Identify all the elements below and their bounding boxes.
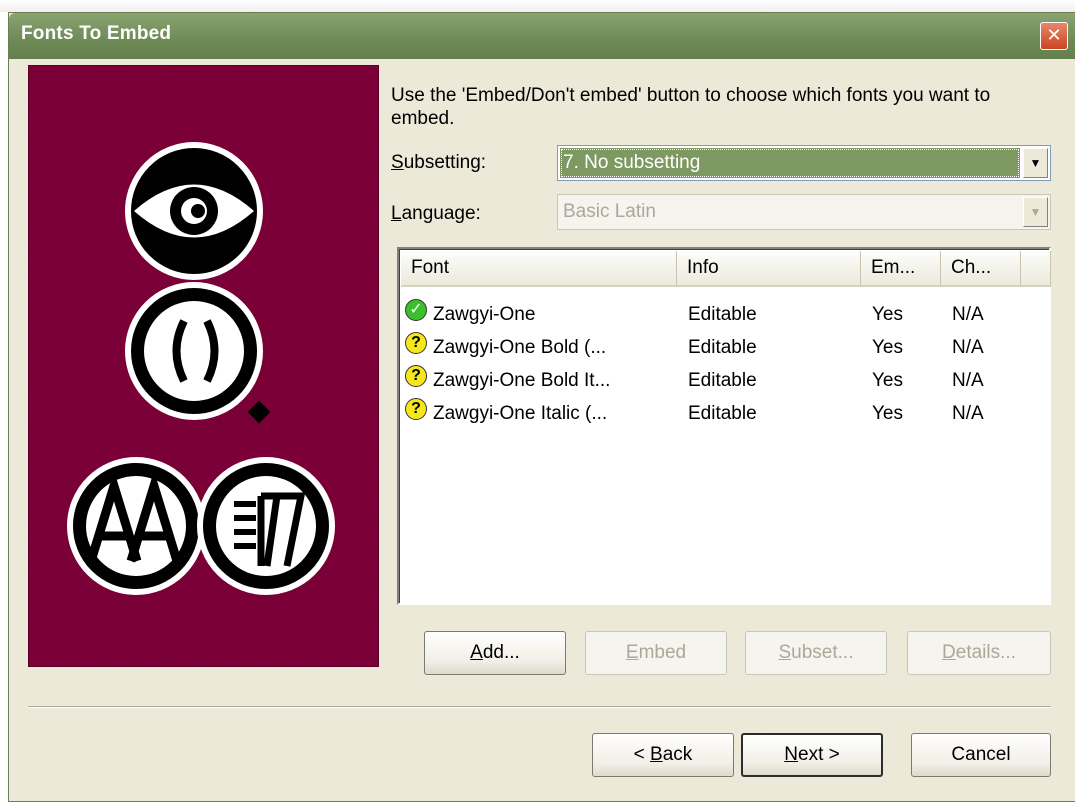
font-info: Editable <box>688 337 757 358</box>
column-header-embed[interactable]: Em... <box>861 251 941 287</box>
cancel-button[interactable]: Cancel <box>911 733 1051 777</box>
magnifier-icon <box>125 282 271 424</box>
subsetting-label-accel: S <box>391 152 404 173</box>
language-value: Basic Latin <box>563 201 656 222</box>
add-accel: A <box>470 642 483 663</box>
font-embed: Yes <box>872 403 903 424</box>
details-rest: etails... <box>955 642 1016 663</box>
font-row[interactable]: ? Zawgyi-One Italic (... Editable Yes N/… <box>403 398 1045 430</box>
question-icon: ? <box>405 365 427 387</box>
embed-rest: mbed <box>638 642 687 663</box>
chevron-down-icon[interactable]: ▼ <box>1023 148 1048 178</box>
font-info: Editable <box>688 304 757 325</box>
column-header-info[interactable]: Info <box>677 251 861 287</box>
font-embed: Yes <box>872 370 903 391</box>
font-name: Zawgyi-One <box>433 304 536 325</box>
font-ch: N/A <box>952 337 984 358</box>
font-letters-icon <box>67 457 205 595</box>
subsetting-value: 7. No subsetting <box>560 148 1020 178</box>
subsetting-label: Subsetting: <box>391 152 486 174</box>
back-pre: < <box>633 744 651 765</box>
wizard-illustration <box>28 65 379 667</box>
details-button[interactable]: Details... <box>907 631 1051 675</box>
add-button[interactable]: Add... <box>424 631 566 675</box>
column-header-ch[interactable]: Ch... <box>941 251 1021 287</box>
font-embed: Yes <box>872 304 903 325</box>
chevron-down-icon[interactable]: ▼ <box>1023 197 1048 227</box>
text-columns-icon <box>197 457 335 595</box>
font-row[interactable]: ? Zawgyi-One Bold (... Editable Yes N/A <box>403 332 1045 364</box>
eye-icon <box>125 142 263 280</box>
language-label: Language: <box>391 203 481 225</box>
details-accel: D <box>942 642 956 663</box>
check-icon: ✓ <box>405 299 427 321</box>
subset-accel: S <box>778 642 792 663</box>
subset-rest: ubset... <box>791 642 854 663</box>
font-ch: N/A <box>952 370 984 391</box>
embed-accel: E <box>625 642 639 663</box>
window-title: Fonts To Embed <box>21 23 172 44</box>
subset-button[interactable]: Subset... <box>745 631 887 675</box>
font-list-header: Font Info Em... Ch... <box>401 251 1051 289</box>
background-strip <box>0 0 1075 12</box>
next-accel: N <box>784 744 798 765</box>
close-button[interactable]: ✕ <box>1040 22 1068 50</box>
back-button[interactable]: < Back <box>592 733 734 777</box>
font-list[interactable]: Font Info Em... Ch... ✓ Zawgyi-One Edita… <box>397 247 1051 605</box>
font-row[interactable]: ? Zawgyi-One Bold It... Editable Yes N/A <box>403 365 1045 397</box>
back-rest: ack <box>662 744 693 765</box>
separator-line <box>28 706 1051 708</box>
question-icon: ? <box>405 332 427 354</box>
font-symbols-illustration <box>67 142 335 595</box>
next-rest: ext > <box>798 744 840 765</box>
font-name: Zawgyi-One Bold It... <box>433 370 611 391</box>
column-header-font[interactable]: Font <box>401 251 677 287</box>
font-info: Editable <box>688 370 757 391</box>
font-embed: Yes <box>872 337 903 358</box>
language-dropdown[interactable]: Basic Latin ▼ <box>557 194 1051 230</box>
title-bar[interactable]: Fonts To Embed ✕ <box>9 13 1075 59</box>
subsetting-label-rest: ubsetting: <box>403 152 487 173</box>
font-ch: N/A <box>952 304 984 325</box>
instruction-text: Use the 'Embed/Don't embed' button to ch… <box>391 85 991 129</box>
language-label-accel: L <box>391 203 402 224</box>
subsetting-dropdown[interactable]: 7. No subsetting ▼ <box>557 145 1051 181</box>
font-name: Zawgyi-One Bold (... <box>433 337 607 358</box>
font-ch: N/A <box>952 403 984 424</box>
add-rest: dd... <box>482 642 520 663</box>
question-icon: ? <box>405 398 427 420</box>
font-row[interactable]: ✓ Zawgyi-One Editable Yes N/A <box>403 299 1045 331</box>
column-header-filler <box>1021 251 1051 287</box>
font-name: Zawgyi-One Italic (... <box>433 403 608 424</box>
font-info: Editable <box>688 403 757 424</box>
embed-button[interactable]: Embed <box>585 631 727 675</box>
back-accel: B <box>650 744 663 765</box>
language-label-rest: anguage: <box>401 203 481 224</box>
next-button[interactable]: Next > <box>741 733 883 777</box>
